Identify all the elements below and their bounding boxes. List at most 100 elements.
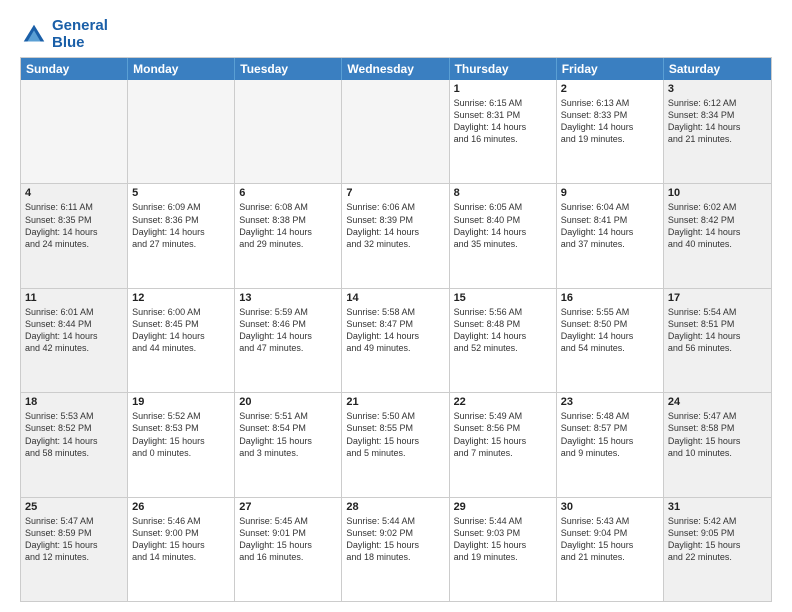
calendar-cell-day-30: 30Sunrise: 5:43 AMSunset: 9:04 PMDayligh… (557, 498, 664, 601)
day-number: 6 (239, 187, 337, 199)
day-info: Sunrise: 5:45 AMSunset: 9:01 PMDaylight:… (239, 515, 337, 564)
day-number: 2 (561, 83, 659, 95)
day-number: 27 (239, 501, 337, 513)
day-info: Sunrise: 5:43 AMSunset: 9:04 PMDaylight:… (561, 515, 659, 564)
day-info: Sunrise: 6:13 AMSunset: 8:33 PMDaylight:… (561, 97, 659, 146)
calendar-header-thursday: Thursday (450, 58, 557, 80)
calendar-cell-day-21: 21Sunrise: 5:50 AMSunset: 8:55 PMDayligh… (342, 393, 449, 496)
calendar-cell-day-27: 27 Sunrise: 5:45 AMSunset: 9:01 PMDayligh… (235, 498, 342, 601)
day-number: 12 (132, 292, 230, 304)
day-number: 8 (454, 187, 552, 199)
calendar-cell-day-28: 28Sunrise: 5:44 AMSunset: 9:02 PMDayligh… (342, 498, 449, 601)
calendar-cell-day-9: 9Sunrise: 6:04 AMSunset: 8:41 PMDaylight… (557, 184, 664, 287)
calendar-cell-day-19: 19 Sunrise: 5:52 AMSunset: 8:53 PMDayligh… (128, 393, 235, 496)
day-number: 20 (239, 396, 337, 408)
day-number: 23 (561, 396, 659, 408)
logo-text: General Blue (52, 18, 108, 51)
calendar-cell-day-10: 10 Sunrise: 6:02 AMSunset: 8:42 PMDayligh… (664, 184, 771, 287)
day-info: Sunrise: 5:59 AMSunset: 8:46 PMDaylight:… (239, 306, 337, 355)
calendar-cell-day-23: 23 Sunrise: 5:48 AMSunset: 8:57 PMDayligh… (557, 393, 664, 496)
day-info: Sunrise: 5:56 AMSunset: 8:48 PMDaylight:… (454, 306, 552, 355)
calendar-week-2: 4 Sunrise: 6:11 AMSunset: 8:35 PMDaylight… (21, 184, 771, 288)
day-info: Sunrise: 6:11 AMSunset: 8:35 PMDaylight:… (25, 201, 123, 250)
calendar-header-monday: Monday (128, 58, 235, 80)
day-info: Sunrise: 5:58 AMSunset: 8:47 PMDaylight:… (346, 306, 444, 355)
day-number: 18 (25, 396, 123, 408)
day-number: 11 (25, 292, 123, 304)
day-info: Sunrise: 6:00 AMSunset: 8:45 PMDaylight:… (132, 306, 230, 355)
page: General Blue SundayMondayTuesdayWednesda… (0, 0, 792, 612)
day-info: Sunrise: 5:46 AMSunset: 9:00 PMDaylight:… (132, 515, 230, 564)
calendar: SundayMondayTuesdayWednesdayThursdayFrid… (20, 57, 772, 602)
calendar-cell-day-8: 8 Sunrise: 6:05 AMSunset: 8:40 PMDaylight… (450, 184, 557, 287)
day-number: 9 (561, 187, 659, 199)
calendar-cell-day-26: 26 Sunrise: 5:46 AMSunset: 9:00 PMDayligh… (128, 498, 235, 601)
calendar-cell-day-29: 29 Sunrise: 5:44 AMSunset: 9:03 PMDayligh… (450, 498, 557, 601)
day-info: Sunrise: 5:50 AMSunset: 8:55 PMDaylight:… (346, 410, 444, 459)
day-info: Sunrise: 5:54 AMSunset: 8:51 PMDaylight:… (668, 306, 767, 355)
day-number: 22 (454, 396, 552, 408)
day-number: 25 (25, 501, 123, 513)
calendar-header-friday: Friday (557, 58, 664, 80)
calendar-week-4: 18 Sunrise: 5:53 AMSunset: 8:52 PMDayligh… (21, 393, 771, 497)
calendar-header-tuesday: Tuesday (235, 58, 342, 80)
day-number: 24 (668, 396, 767, 408)
header: General Blue (20, 18, 772, 51)
day-info: Sunrise: 6:06 AMSunset: 8:39 PMDaylight:… (346, 201, 444, 250)
calendar-header-saturday: Saturday (664, 58, 771, 80)
calendar-cell-empty (128, 80, 235, 183)
calendar-cell-day-6: 6 Sunrise: 6:08 AMSunset: 8:38 PMDaylight… (235, 184, 342, 287)
day-number: 4 (25, 187, 123, 199)
calendar-header-sunday: Sunday (21, 58, 128, 80)
calendar-cell-day-7: 7 Sunrise: 6:06 AMSunset: 8:39 PMDaylight… (342, 184, 449, 287)
day-number: 15 (454, 292, 552, 304)
calendar-cell-day-12: 12 Sunrise: 6:00 AMSunset: 8:45 PMDayligh… (128, 289, 235, 392)
calendar-cell-day-15: 15 Sunrise: 5:56 AMSunset: 8:48 PMDayligh… (450, 289, 557, 392)
day-info: Sunrise: 5:44 AMSunset: 9:02 PMDaylight:… (346, 515, 444, 564)
day-info: Sunrise: 6:15 AMSunset: 8:31 PMDaylight:… (454, 97, 552, 146)
day-info: Sunrise: 5:42 AMSunset: 9:05 PMDaylight:… (668, 515, 767, 564)
calendar-header-row: SundayMondayTuesdayWednesdayThursdayFrid… (21, 58, 771, 80)
day-number: 16 (561, 292, 659, 304)
day-info: Sunrise: 6:05 AMSunset: 8:40 PMDaylight:… (454, 201, 552, 250)
day-info: Sunrise: 5:53 AMSunset: 8:52 PMDaylight:… (25, 410, 123, 459)
day-number: 19 (132, 396, 230, 408)
day-info: Sunrise: 6:12 AMSunset: 8:34 PMDaylight:… (668, 97, 767, 146)
day-number: 5 (132, 187, 230, 199)
day-info: Sunrise: 5:55 AMSunset: 8:50 PMDaylight:… (561, 306, 659, 355)
day-number: 29 (454, 501, 552, 513)
calendar-cell-empty (342, 80, 449, 183)
day-info: Sunrise: 6:02 AMSunset: 8:42 PMDaylight:… (668, 201, 767, 250)
day-number: 17 (668, 292, 767, 304)
calendar-cell-day-24: 24 Sunrise: 5:47 AMSunset: 8:58 PMDayligh… (664, 393, 771, 496)
day-info: Sunrise: 5:48 AMSunset: 8:57 PMDaylight:… (561, 410, 659, 459)
calendar-body: 1 Sunrise: 6:15 AMSunset: 8:31 PMDaylight… (21, 80, 771, 601)
calendar-week-3: 11Sunrise: 6:01 AMSunset: 8:44 PMDayligh… (21, 289, 771, 393)
day-number: 10 (668, 187, 767, 199)
calendar-cell-day-17: 17 Sunrise: 5:54 AMSunset: 8:51 PMDayligh… (664, 289, 771, 392)
calendar-week-1: 1 Sunrise: 6:15 AMSunset: 8:31 PMDaylight… (21, 80, 771, 184)
day-info: Sunrise: 5:52 AMSunset: 8:53 PMDaylight:… (132, 410, 230, 459)
day-info: Sunrise: 6:09 AMSunset: 8:36 PMDaylight:… (132, 201, 230, 250)
calendar-cell-day-20: 20Sunrise: 5:51 AMSunset: 8:54 PMDayligh… (235, 393, 342, 496)
day-info: Sunrise: 5:49 AMSunset: 8:56 PMDaylight:… (454, 410, 552, 459)
logo-icon (20, 21, 48, 49)
day-number: 31 (668, 501, 767, 513)
day-info: Sunrise: 6:08 AMSunset: 8:38 PMDaylight:… (239, 201, 337, 250)
calendar-cell-day-5: 5 Sunrise: 6:09 AMSunset: 8:36 PMDaylight… (128, 184, 235, 287)
calendar-cell-day-14: 14Sunrise: 5:58 AMSunset: 8:47 PMDayligh… (342, 289, 449, 392)
calendar-cell-day-2: 2 Sunrise: 6:13 AMSunset: 8:33 PMDaylight… (557, 80, 664, 183)
calendar-cell-day-13: 13Sunrise: 5:59 AMSunset: 8:46 PMDayligh… (235, 289, 342, 392)
calendar-cell-day-11: 11Sunrise: 6:01 AMSunset: 8:44 PMDayligh… (21, 289, 128, 392)
calendar-cell-day-22: 22 Sunrise: 5:49 AMSunset: 8:56 PMDayligh… (450, 393, 557, 496)
day-number: 3 (668, 83, 767, 95)
calendar-header-wednesday: Wednesday (342, 58, 449, 80)
day-info: Sunrise: 5:44 AMSunset: 9:03 PMDaylight:… (454, 515, 552, 564)
day-info: Sunrise: 5:47 AMSunset: 8:58 PMDaylight:… (668, 410, 767, 459)
logo: General Blue (20, 18, 108, 51)
calendar-cell-empty (235, 80, 342, 183)
calendar-cell-day-1: 1 Sunrise: 6:15 AMSunset: 8:31 PMDaylight… (450, 80, 557, 183)
day-number: 26 (132, 501, 230, 513)
day-number: 7 (346, 187, 444, 199)
day-number: 1 (454, 83, 552, 95)
